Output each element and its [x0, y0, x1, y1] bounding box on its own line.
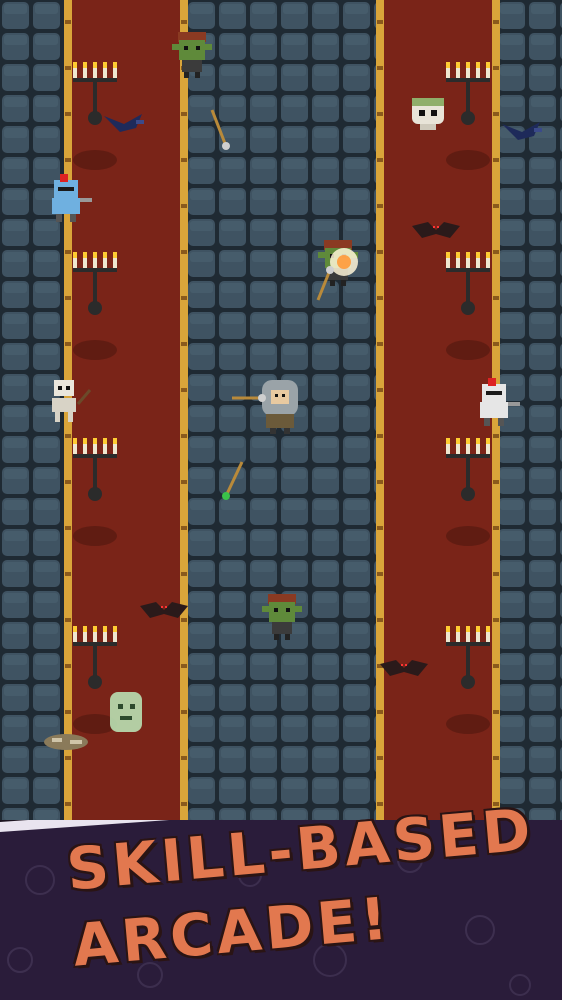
ghost-enemy	[110, 692, 142, 732]
game-screen: SKILL-BASED ARCADE!	[0, 0, 562, 1000]
player-wizard	[262, 380, 298, 434]
dungeon-board[interactable]	[0, 0, 562, 820]
bone-pile	[44, 734, 88, 750]
